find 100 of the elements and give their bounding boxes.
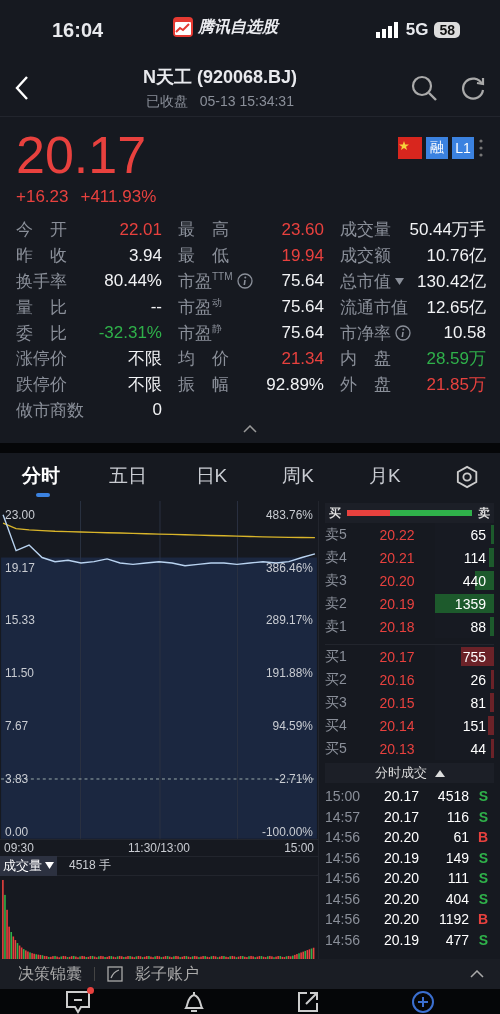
stat-value: -- (150, 297, 162, 318)
price-axis-label: 19.17 (5, 560, 35, 575)
trade-volume: 477 (444, 931, 469, 948)
trade-side: S (477, 870, 489, 887)
percent-axis-label: 94.59% (272, 719, 313, 734)
pen-box-icon (107, 966, 123, 982)
order-level-label: 卖2 (325, 594, 348, 613)
trade-time: 15:00 (325, 788, 362, 805)
trade-side: S (477, 890, 489, 907)
order-price: 20.19 (378, 595, 416, 612)
order-volume: 1359 (454, 595, 487, 612)
back-icon[interactable] (14, 75, 30, 101)
add-icon[interactable] (410, 989, 435, 1014)
stat-label: 今 开 (16, 219, 67, 242)
chart-tab[interactable]: 分时 (22, 457, 109, 497)
order-volume: 440 (462, 572, 487, 589)
app-logo-icon (172, 16, 194, 38)
stat-label: 内 盘 (340, 348, 391, 371)
trade-price: 20.19 (382, 849, 419, 866)
battery-icon: 58 (434, 22, 460, 38)
stat-value: 50.44万手 (409, 219, 486, 242)
buy-label: 买 (329, 504, 341, 522)
caret-icon (45, 862, 54, 870)
caret-icon[interactable] (395, 278, 404, 285)
clock-time: 16:04 (52, 18, 105, 42)
bottom-link[interactable]: 决策锦囊 (18, 963, 82, 985)
search-icon[interactable] (410, 74, 438, 102)
sell-label: 卖 (478, 504, 490, 522)
order-level-label: 卖4 (325, 548, 348, 567)
chart-tab[interactable]: 周K (282, 457, 370, 497)
volume-dropdown[interactable]: 成交量 (0, 855, 57, 876)
stat-value: 22.01 (119, 219, 162, 240)
trade-price: 20.20 (382, 870, 419, 887)
stat-label: 涨停价 (16, 348, 67, 371)
badge: L1 (452, 137, 474, 159)
trade-volume: 404 (444, 890, 469, 907)
trade-time: 14:57 (325, 808, 362, 825)
message-icon[interactable] (65, 989, 92, 1014)
stat-value: 12.65亿 (426, 296, 486, 319)
trade-side: B (476, 829, 489, 846)
stat-label: 市盈$^{静}$ (178, 321, 222, 345)
trade-time: 14:56 (325, 890, 362, 907)
trade-price: 20.17 (382, 808, 419, 825)
percent-axis-label: 483.76% (265, 507, 313, 522)
order-level-label: 买4 (325, 716, 348, 735)
trade-time: 14:56 (325, 931, 362, 948)
trade-side: S (477, 931, 489, 948)
chevron-up-icon[interactable] (470, 970, 484, 978)
stat-value: 23.60 (281, 219, 324, 240)
refresh-icon[interactable] (460, 75, 486, 101)
trade-volume: 111 (446, 870, 469, 887)
info-icon[interactable] (395, 325, 411, 342)
market-status: 已收盘 05-13 15:34:31 (146, 93, 294, 111)
trade-side: S (477, 849, 489, 866)
stat-label: 振 幅 (178, 374, 229, 397)
trade-side: B (476, 911, 489, 928)
order-volume: 26 (470, 671, 487, 688)
price-axis-label: 7.67 (5, 719, 29, 734)
order-price: 20.22 (378, 526, 416, 543)
trade-price: 20.17 (382, 788, 419, 805)
collapse-icon[interactable] (243, 425, 257, 434)
stat-label: 均 价 (178, 348, 229, 371)
app-name: 腾讯自选股 (198, 16, 278, 37)
stat-label: 昨 收 (16, 245, 67, 268)
bell-icon[interactable] (181, 989, 206, 1014)
stat-value: 10.58 (443, 323, 486, 344)
volume-reading: 4518 手 (69, 857, 112, 875)
order-price: 20.13 (378, 740, 416, 757)
order-price: 20.21 (378, 549, 416, 566)
time-axis-label: 09:30 (4, 840, 34, 855)
stat-value: 19.94 (281, 245, 324, 266)
stat-label: 流通市值 (340, 296, 408, 319)
stat-label: 量 比 (16, 296, 67, 319)
trade-volume: 116 (445, 808, 469, 825)
price-axis-label: 0.00 (5, 824, 29, 839)
chart-tab[interactable]: 日K (195, 457, 283, 497)
expand-icon[interactable] (434, 769, 445, 777)
chart-tab[interactable]: 月K (369, 457, 456, 497)
order-level-label: 买2 (325, 670, 348, 689)
stat-value: 28.59万 (426, 348, 486, 371)
badge: 融 (426, 137, 448, 159)
trade-time: 14:56 (325, 849, 362, 866)
stat-label: 市净率 (340, 322, 391, 345)
bottom-link[interactable]: 影子账户 (135, 963, 199, 985)
percent-axis-label: -2.71% (275, 771, 313, 786)
order-level-label: 买1 (325, 647, 348, 666)
trade-volume: 1192 (437, 911, 469, 928)
order-price: 20.20 (378, 572, 416, 589)
stat-value: 0 (152, 400, 162, 421)
trade-price: 20.19 (382, 931, 419, 948)
signal-icon (375, 22, 400, 38)
more-icon[interactable] (478, 138, 484, 158)
settings-icon[interactable] (455, 464, 478, 490)
price-axis-label: 15.33 (5, 613, 35, 628)
stat-value: 75.64 (281, 323, 324, 344)
stat-label: 换手率 (16, 271, 67, 293)
chart-tab[interactable]: 五日 (108, 457, 196, 497)
share-icon[interactable] (296, 989, 321, 1014)
info-icon[interactable] (236, 273, 253, 290)
order-level-label: 卖3 (325, 571, 348, 590)
